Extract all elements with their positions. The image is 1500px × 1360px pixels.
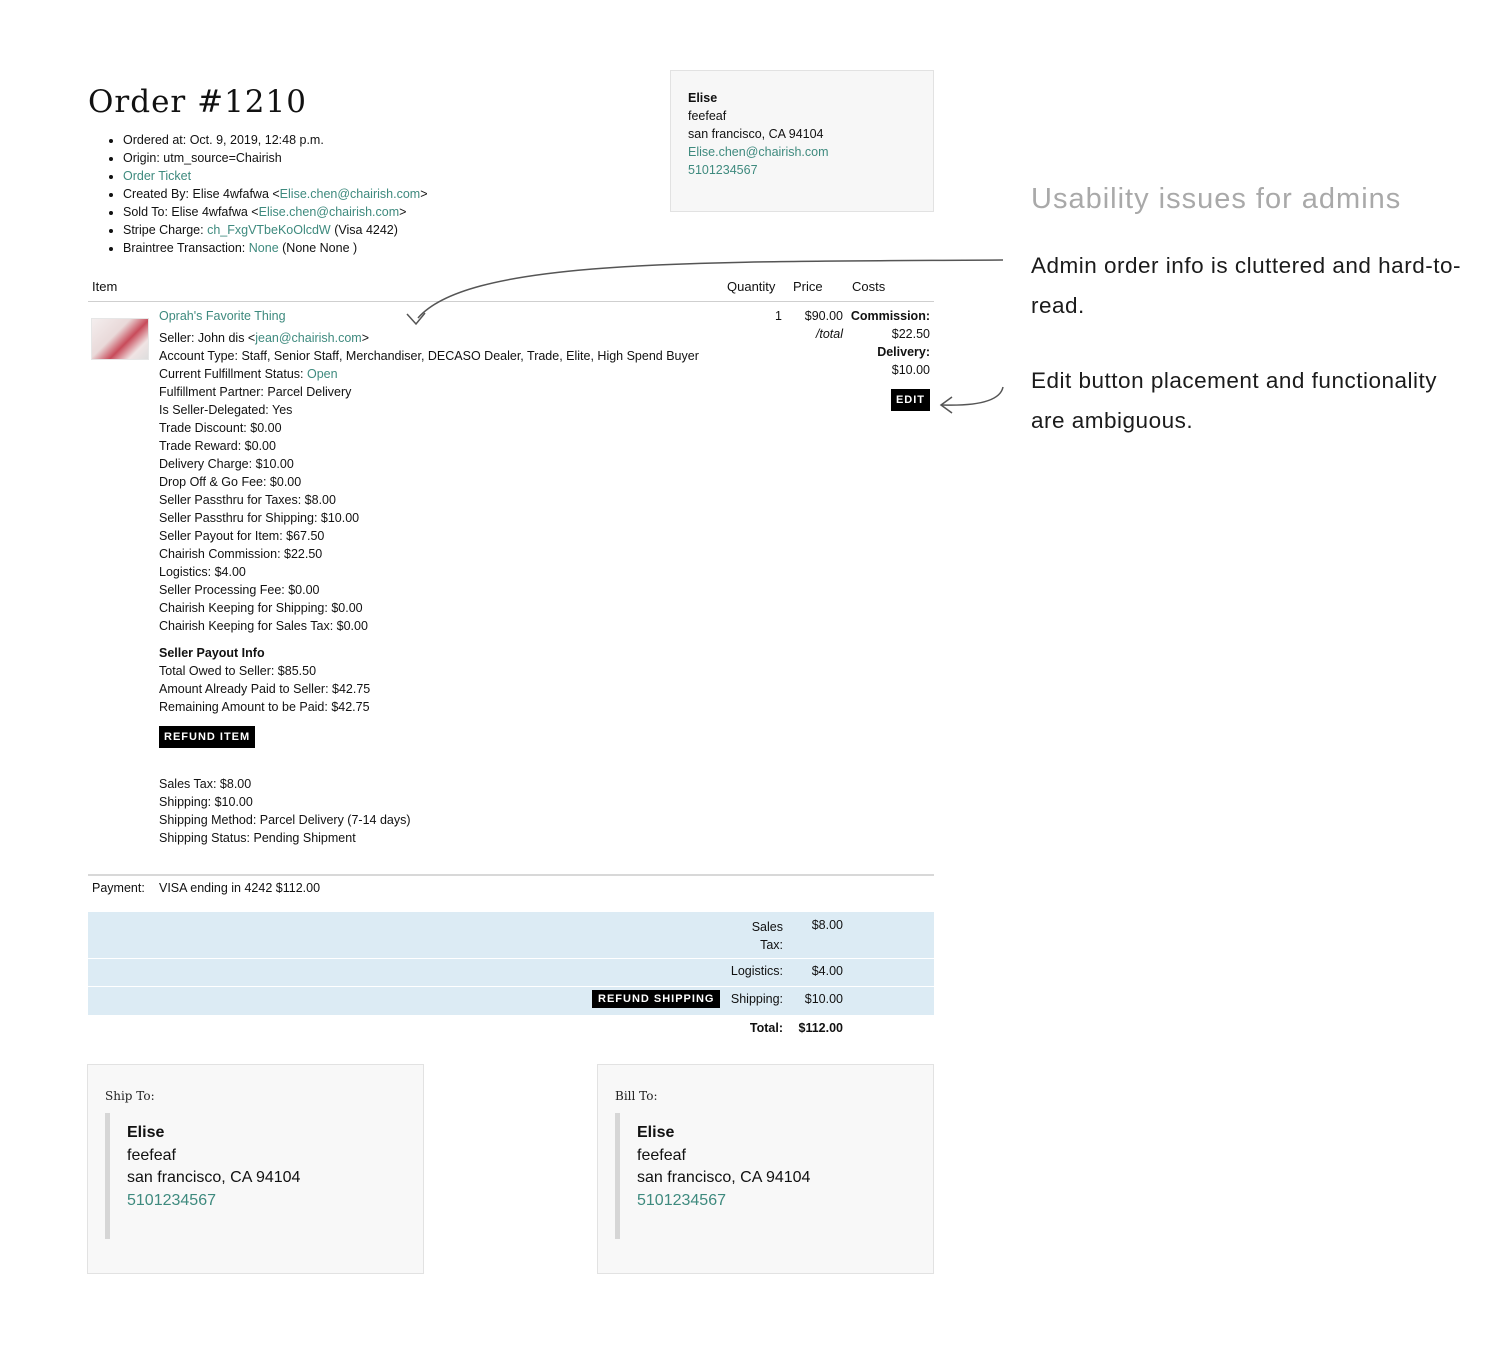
arrow-to-edit-icon xyxy=(939,386,1004,414)
arrow-to-details-icon xyxy=(406,259,1004,326)
annotation-arrows xyxy=(406,259,1004,414)
